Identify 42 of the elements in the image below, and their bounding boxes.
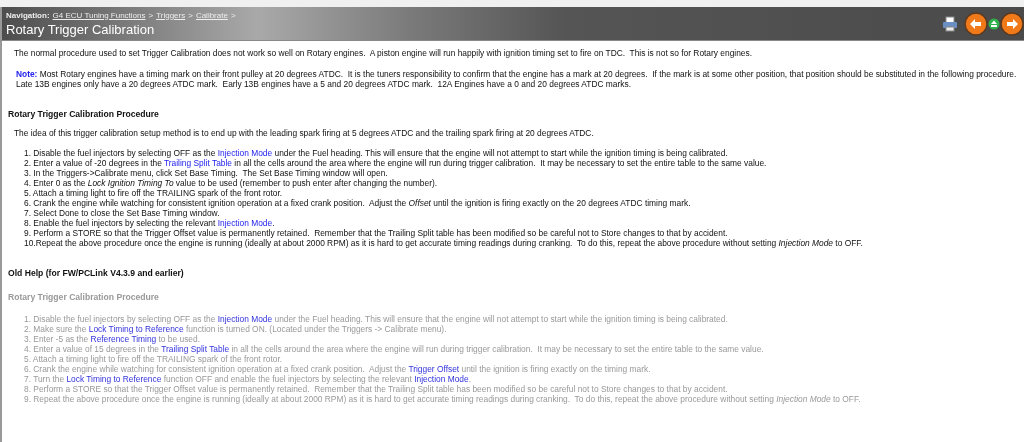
procedure-step: 5. Attach a timing light to fire off the TRAILING spark of the front rotor. (24, 354, 1024, 364)
procedure-step: 7. Select Done to close the Set Base Timing window. (24, 208, 1024, 218)
procedure-step: 3. In the Triggers->Calibrate menu, click Set Base Timing. The Set Base Timing window will open. (24, 168, 1024, 178)
help-link[interactable]: Reference Timing (90, 334, 157, 344)
section-heading: Rotary Trigger Calibration Procedure (8, 292, 160, 302)
up-arrow-icon[interactable] (988, 17, 1000, 30)
help-link[interactable]: Injection Mode (414, 374, 469, 384)
section-title: Old Help (for FW/PCLink V4.3.9 and earlier) (8, 268, 185, 278)
procedure-step: 10.Repeat the above procedure once the engine is running (ideally at about 2000 RPM) as it is hard to get accurate timing readings during cranking. To do this, repeat the above procedure without setting Injection Mode to OFF. (24, 238, 1024, 248)
page-title: Rotary Trigger Calibration (6, 21, 156, 37)
procedure-step: 9. Repeat the above procedure once the engine is running (ideally at about 2000 RPM) as it is hard to get accurate timing readings during cranking. To do this, repeat the above procedure without setting Injection Mode to OFF. (24, 394, 1024, 404)
procedure-step: 9. Perform a STORE so that the Trigger Offset value is permanently retained. Remember that the Trailing Split table has been modified so be careful not to Store changes to that by accident. (24, 228, 1024, 238)
help-link[interactable]: Trailing Split Table (164, 158, 232, 168)
breadcrumb-separator: > (148, 10, 154, 20)
lead-paragraph: The idea of this trigger calibration setup method is to end up with the leading spark firing at 5 degrees ATDC and the trailing spark firing at 20 degrees ATDC. (14, 128, 595, 138)
procedure-step: 7. Turn the Lock Timing to Reference function OFF and enable the fuel injectors by selecting the relevant Injection Mode. (24, 374, 1024, 384)
note-paragraph: Note: Most Rotary engines have a timing mark on their front pulley at 20 degrees ATDC. It is the tuners responsibility to confirm that the engine has a mark at 20 degrees. If the mark is at some other position, that position should be substituted in the following procedure. Late 13B engines only have a 20 degrees ATDC mark. Early 13B engines have a 5 and 20 degrees ATDC mark. 12A Engines have a 0 and 20 degrees ATDC marks. (16, 69, 1018, 89)
intro-paragraph: The normal procedure used to set Trigger Calibration does not work so well on Rotary engines. A piston engine will run happily with ignition timing set to fire on TDC. This is not so for Rotary engines. (14, 48, 753, 58)
breadcrumb-separator: > (230, 10, 236, 20)
procedure-step: 4. Enter a value of 15 degrees in the Trailing Split Table in all the cells around the area where the engine will run during trigger calibration. It may be necessary to set the entire table to the same value. (24, 344, 1024, 354)
procedure-step: 3. Enter -5 as the Reference Timing to be used. (24, 334, 1024, 344)
help-link[interactable]: Trailing Split Table (161, 344, 230, 354)
help-link[interactable]: Injection Mode (217, 314, 273, 324)
procedure-step: 4. Enter 0 as the Lock Ignition Timing To value to be used (remember to push enter after changing the number). (24, 178, 1024, 188)
help-link[interactable]: Lock Timing to Reference (66, 374, 162, 384)
help-link[interactable]: Lock Timing to Reference (88, 324, 184, 334)
breadcrumb-link[interactable]: G4 ECU Tuning Functions (52, 10, 146, 20)
help-link[interactable]: Injection Mode (217, 148, 273, 158)
procedure-step: 6. Crank the engine while watching for consistent ignition operation at a fixed crank position. Adjust the Trigger Offset until the ignition is firing exactly on the timing mark. (24, 364, 1024, 374)
procedure-step: 1. Disable the fuel injectors by selecting OFF as the Injection Mode under the Fuel heading. This will ensure that the engine will not attempt to start while the ignition timing is being calibrated. (24, 314, 1024, 324)
breadcrumb-separator: > (188, 10, 193, 20)
printer-icon[interactable] (942, 15, 958, 32)
procedure-step: 6. Crank the engine while watching for consistent ignition operation at a fixed crank position. Adjust the Offset until the ignition is firing exactly on the 20 degrees ATDC timing mark. (24, 198, 1024, 208)
procedure-step: 8. Enable the fuel injectors by selecting the relevant Injection Mode. (24, 218, 1024, 228)
procedure-step: 2. Enter a value of -20 degrees in the Trailing Split Table in all the cells around the area where the engine will run during trigger calibration. It may be necessary to set the entire table to the same value. (24, 158, 1024, 168)
section-heading: Rotary Trigger Calibration Procedure (8, 109, 160, 119)
procedure-step: 8. Perform a STORE so that the Trigger Offset value is permanently retained. Remember that the Trailing Split table has been modified so be careful not to Store changes to that by accident. (24, 384, 1024, 394)
procedure-step: 2. Make sure the Lock Timing to Reference function is turned ON. (Located under the Triggers -> Calibrate menu). (24, 324, 1024, 334)
help-link[interactable]: Trigger Offset (408, 364, 460, 374)
procedure-step: 1. Disable the fuel injectors by selecting OFF as the Injection Mode under the Fuel heading. This will ensure that the engine will not attempt to start while the ignition timing is being calibrated. (24, 148, 1024, 158)
navigation-label: Navigation: (6, 10, 50, 20)
procedure-step: 5. Attach a timing light to fire off the TRAILING spark of the front rotor. (24, 188, 1024, 198)
